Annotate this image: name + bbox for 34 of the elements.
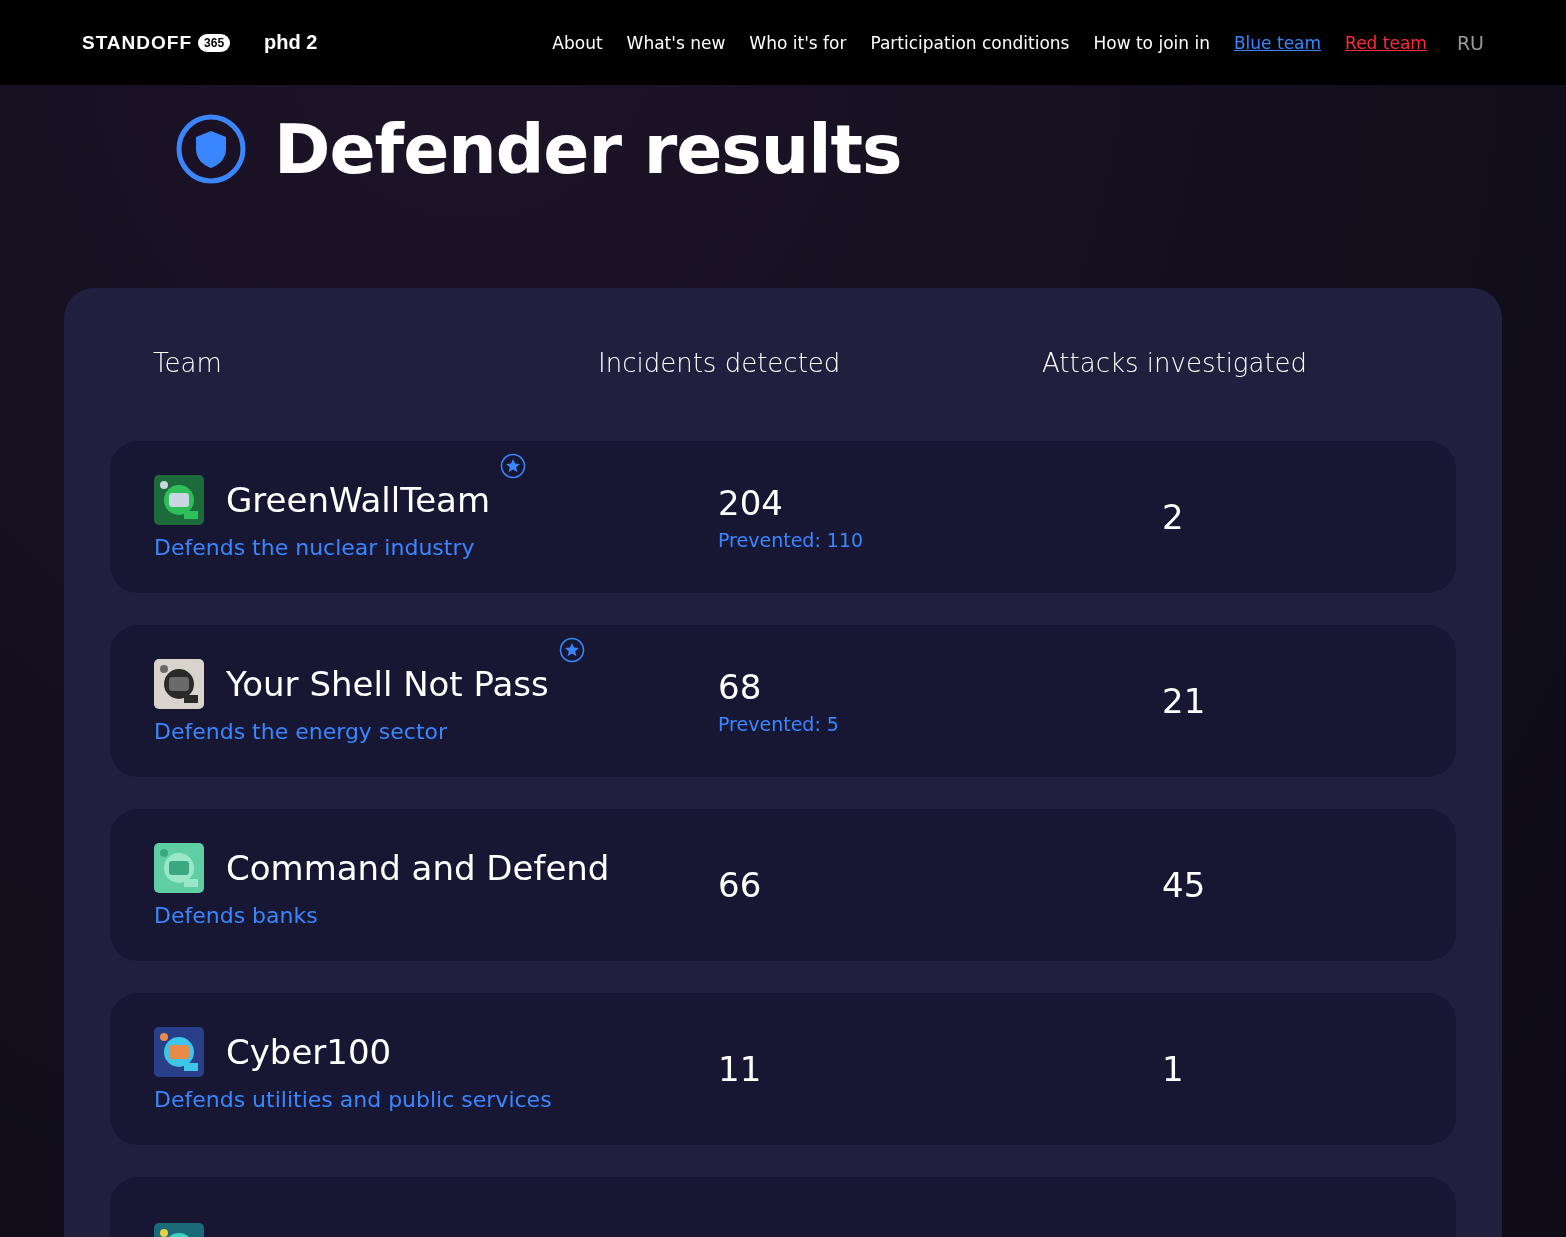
team-sector: Defends the energy sector	[154, 718, 449, 744]
logo[interactable]: phd 2	[264, 31, 318, 54]
team-sector: Defends the nuclear industry	[154, 534, 476, 560]
nav-link[interactable]: Red team	[1345, 32, 1427, 53]
nav-link[interactable]: How to join in	[1093, 32, 1210, 53]
attacks-count: 45	[1162, 865, 1207, 905]
attacks-count: 2	[1162, 497, 1185, 537]
nav-link[interactable]: About	[552, 32, 603, 53]
attacks-count: 21	[1162, 681, 1207, 721]
language-switch[interactable]: RU	[1456, 31, 1484, 54]
column-header: Incidents detected	[598, 348, 842, 380]
team-name: GreenWallTeam	[226, 479, 490, 520]
logo-badge: 365	[198, 33, 231, 52]
nav-link[interactable]: Who it's for	[749, 32, 847, 53]
team-name: Cyber100	[226, 1031, 392, 1072]
page-title: Defender results	[274, 109, 902, 189]
column-header: Attacks investigated	[1042, 348, 1309, 380]
team-name: Your Shell Not Pass	[226, 663, 549, 704]
nav-link[interactable]: Participation conditions	[870, 32, 1070, 53]
nav-link[interactable]: What's new	[626, 32, 726, 53]
incidents-count: 11	[718, 1049, 763, 1089]
team-sector: Defends banks	[154, 902, 319, 928]
incidents-count: 204	[718, 483, 784, 523]
incidents-count: 66	[718, 865, 763, 905]
logo[interactable]: STANDOFF	[82, 31, 193, 54]
team-name: Command and Defend	[226, 847, 610, 888]
nav-link[interactable]: Blue team	[1233, 32, 1322, 53]
column-header: Team	[153, 348, 223, 380]
shield-icon	[176, 114, 246, 184]
team-sector: Defends utilities and public services	[154, 1086, 553, 1112]
prevented-count: Prevented: 110	[718, 529, 865, 551]
attacks-count: 1	[1162, 1049, 1185, 1089]
prevented-count: Prevented: 5	[718, 713, 840, 735]
incidents-count: 68	[718, 667, 763, 707]
